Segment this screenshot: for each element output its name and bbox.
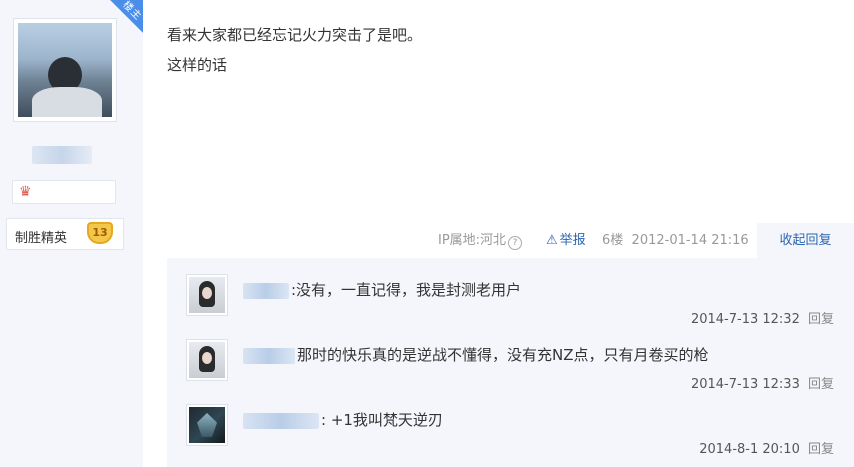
- ip-location: IP属地:河北?: [438, 231, 523, 251]
- report-link[interactable]: ⚠ 举报: [546, 231, 586, 251]
- post-line-2: 这样的话: [167, 56, 228, 74]
- reply-button[interactable]: 回复: [808, 377, 834, 392]
- reply-username-blurred[interactable]: [243, 348, 295, 364]
- reply-button[interactable]: 回复: [808, 312, 834, 327]
- level-number-badge: 13: [87, 222, 113, 244]
- reply-item: : +1我叫梵天逆刃 2014-8-1 20:10 回复: [167, 396, 854, 458]
- floor-and-date: 6楼 2012-01-14 21:16: [602, 231, 749, 251]
- reply-text: :没有，一直记得，我是封测老用户: [291, 281, 522, 299]
- collapse-replies-button[interactable]: 收起回复: [757, 223, 854, 259]
- red-badge-icon[interactable]: ♛: [19, 184, 32, 200]
- warning-icon: ⚠: [546, 233, 558, 248]
- reply-panel: :没有，一直记得，我是封测老用户 2014-7-13 12:32 回复 那时的快…: [167, 258, 854, 467]
- author-name-blurred[interactable]: [32, 146, 92, 164]
- op-corner-badge: 楼主: [96, 0, 143, 47]
- reply-meta: 2014-8-1 20:10 回复: [699, 438, 834, 457]
- ip-location-text: IP属地:河北: [438, 233, 507, 248]
- author-sidebar: ♛ 制胜精英 13: [0, 0, 143, 467]
- post-date: 2012-01-14 21:16: [631, 233, 749, 248]
- dark-avatar-icon: [189, 407, 225, 443]
- reply-time: 2014-7-13 12:32: [690, 312, 800, 327]
- reply-avatar[interactable]: [186, 274, 228, 316]
- reply-avatar[interactable]: [186, 339, 228, 381]
- reply-username-blurred[interactable]: [243, 283, 289, 299]
- reply-avatar[interactable]: [186, 404, 228, 446]
- reply-time: 2014-8-1 20:10: [699, 442, 800, 457]
- reply-item: 那时的快乐真的是逆战不懂得，没有充NZ点，只有月卷买的枪 2014-7-13 1…: [167, 331, 854, 393]
- report-label: 举报: [559, 233, 586, 248]
- author-icon-slot: ♛: [12, 180, 116, 204]
- reply-text: : +1我叫梵天逆刃: [321, 411, 443, 429]
- reply-item: :没有，一直记得，我是封测老用户 2014-7-13 12:32 回复: [167, 266, 854, 328]
- post-line-1: 看来大家都已经忘记火力突击了是吧。: [167, 26, 423, 44]
- reply-text: 那时的快乐真的是逆战不懂得，没有充NZ点，只有月卷买的枪: [297, 346, 709, 364]
- reply-time: 2014-7-13 12:33: [690, 377, 800, 392]
- badge-clip: 楼主: [0, 0, 143, 60]
- floor-number: 6楼: [602, 233, 624, 248]
- op-badge-label: 楼主: [120, 0, 143, 23]
- girl-avatar-icon: [189, 342, 225, 378]
- question-icon[interactable]: ?: [508, 236, 523, 250]
- reply-meta: 2014-7-13 12:33 回复: [691, 373, 834, 392]
- reply-username-blurred[interactable]: [243, 413, 319, 429]
- level-title: 制胜精英: [15, 231, 68, 246]
- girl-avatar-icon: [189, 277, 225, 313]
- reply-button[interactable]: 回复: [808, 442, 834, 457]
- reply-meta: 2014-7-13 12:32 回复: [691, 308, 834, 327]
- member-level[interactable]: 制胜精英 13: [6, 218, 124, 250]
